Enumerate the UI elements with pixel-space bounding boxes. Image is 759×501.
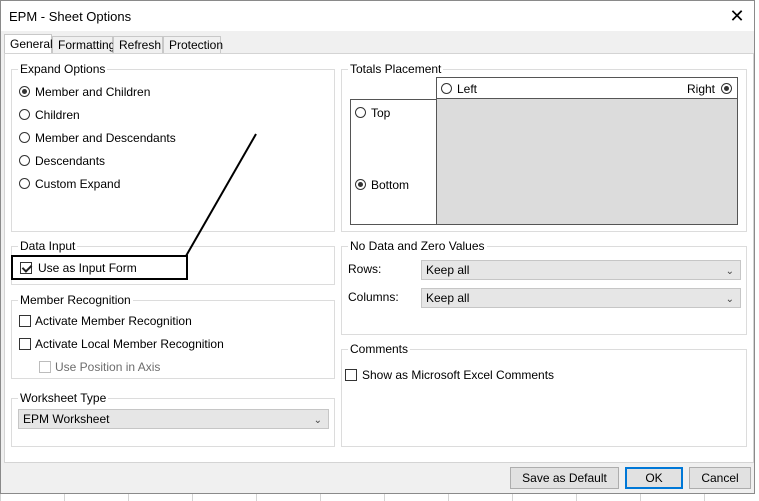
ok-button[interactable]: OK xyxy=(625,467,683,489)
left-label[interactable]: Left xyxy=(457,82,477,96)
activate-member-recognition-checkbox[interactable] xyxy=(19,315,31,327)
tab-formatting[interactable]: Formatting xyxy=(52,36,115,53)
use-position-in-axis-label: Use Position in Axis xyxy=(55,360,161,374)
close-icon[interactable]: ✕ xyxy=(726,5,748,27)
data-input-legend: Data Input xyxy=(20,239,76,253)
member-recognition-legend: Member Recognition xyxy=(20,293,131,307)
comments-group: Comments xyxy=(341,342,747,447)
right-radio[interactable] xyxy=(721,83,732,94)
member-and-descendants-label[interactable]: Member and Descendants xyxy=(35,131,176,145)
chevron-down-icon: ⌄ xyxy=(725,266,734,277)
dialog-title: EPM - Sheet Options xyxy=(9,9,132,24)
chevron-down-icon: ⌄ xyxy=(725,294,734,305)
bottom-label[interactable]: Bottom xyxy=(371,178,409,192)
highlight-box xyxy=(11,255,188,280)
columns-select-value: Keep all xyxy=(426,291,470,305)
title-bar: EPM - Sheet Options ✕ xyxy=(1,1,754,31)
rows-label: Rows: xyxy=(348,262,382,276)
totals-placement-legend: Totals Placement xyxy=(350,62,442,76)
show-excel-comments-checkbox[interactable] xyxy=(345,369,357,381)
member-and-children-radio[interactable] xyxy=(19,86,30,97)
no-data-zero-values-group: No Data and Zero Values xyxy=(341,239,747,335)
tab-refresh[interactable]: Refresh xyxy=(113,36,163,53)
descendants-radio[interactable] xyxy=(19,155,30,166)
cancel-button[interactable]: Cancel xyxy=(689,467,751,489)
worksheet-type-value: EPM Worksheet xyxy=(23,412,110,426)
custom-expand-label[interactable]: Custom Expand xyxy=(35,177,120,191)
comments-legend: Comments xyxy=(350,342,409,356)
children-radio[interactable] xyxy=(19,109,30,120)
placement-preview-area xyxy=(436,98,738,225)
right-label[interactable]: Right xyxy=(687,82,715,96)
top-label[interactable]: Top xyxy=(371,106,390,120)
activate-member-recognition-label[interactable]: Activate Member Recognition xyxy=(35,314,192,328)
columns-select[interactable]: Keep all ⌄ xyxy=(421,288,741,308)
use-position-in-axis-checkbox xyxy=(39,361,51,373)
descendants-label[interactable]: Descendants xyxy=(35,154,105,168)
tab-protection[interactable]: Protection xyxy=(163,36,223,53)
left-radio[interactable] xyxy=(441,83,452,94)
no-data-legend: No Data and Zero Values xyxy=(350,239,485,253)
worksheet-type-legend: Worksheet Type xyxy=(20,391,107,405)
rows-select-value: Keep all xyxy=(426,263,470,277)
activate-local-member-recognition-checkbox[interactable] xyxy=(19,338,31,350)
columns-label: Columns: xyxy=(348,290,399,304)
save-as-default-button[interactable]: Save as Default xyxy=(510,467,619,489)
expand-options-legend: Expand Options xyxy=(20,62,106,76)
member-and-descendants-radio[interactable] xyxy=(19,132,30,143)
activate-local-member-recognition-label[interactable]: Activate Local Member Recognition xyxy=(35,337,224,351)
worksheet-type-select[interactable]: EPM Worksheet ⌄ xyxy=(18,409,329,429)
rows-select[interactable]: Keep all ⌄ xyxy=(421,260,741,280)
top-radio[interactable] xyxy=(355,107,366,118)
show-excel-comments-label[interactable]: Show as Microsoft Excel Comments xyxy=(362,368,554,382)
sheet-options-dialog: EPM - Sheet Options ✕ General Formatting… xyxy=(0,0,755,494)
bottom-radio[interactable] xyxy=(355,179,366,190)
custom-expand-radio[interactable] xyxy=(19,178,30,189)
member-and-children-label[interactable]: Member and Children xyxy=(35,85,150,99)
chevron-down-icon: ⌄ xyxy=(313,415,322,426)
vertical-placement-bar xyxy=(350,99,437,225)
children-label[interactable]: Children xyxy=(35,108,80,122)
tab-general[interactable]: General xyxy=(4,34,53,54)
